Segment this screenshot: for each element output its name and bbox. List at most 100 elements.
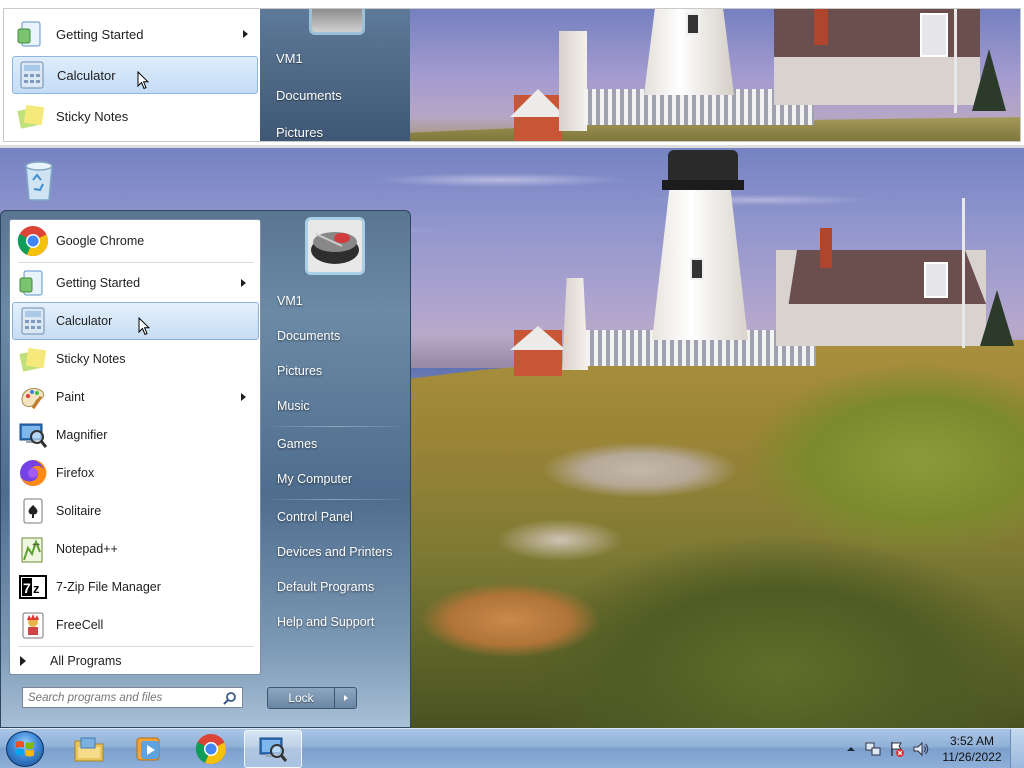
taskbar-media-player[interactable] — [120, 730, 178, 768]
start-button[interactable] — [6, 731, 44, 767]
network-icon[interactable] — [864, 740, 882, 758]
program-7zip[interactable]: 7z 7-Zip File Manager — [12, 568, 259, 606]
wallpaper-lighthouse-window — [690, 258, 704, 280]
magnifier-right-item: VM1 — [276, 51, 303, 66]
program-label: Getting Started — [56, 276, 141, 290]
svg-text:7: 7 — [23, 580, 31, 596]
magnifier-item-label: Sticky Notes — [56, 108, 129, 124]
start-link-music[interactable]: Music — [269, 391, 403, 421]
magnifier-item-calculator: Calculator — [12, 56, 258, 94]
taskbar-explorer[interactable] — [60, 730, 118, 768]
magnifier-user-avatar — [309, 9, 365, 35]
program-solitaire[interactable]: Solitaire — [12, 492, 259, 530]
getting-started-icon — [19, 270, 43, 296]
shutdown-control: Lock — [267, 687, 357, 709]
start-link-computer[interactable]: My Computer — [269, 464, 403, 494]
clock-time: 3:52 AM — [949, 734, 995, 748]
calculator-icon — [20, 61, 44, 89]
magnifier-icon — [259, 737, 288, 762]
start-link-pictures[interactable]: Pictures — [269, 356, 403, 386]
right-separator — [269, 426, 401, 427]
start-link-default-programs[interactable]: Default Programs — [269, 572, 403, 602]
7zip-icon: 7z — [19, 575, 47, 599]
shutdown-options-button[interactable] — [335, 687, 357, 709]
program-label: Solitaire — [56, 504, 102, 518]
all-programs-button[interactable]: All Programs — [20, 654, 122, 668]
pinned-separator — [18, 262, 254, 263]
start-programs-pane: Google Chrome Getting Started Calculator… — [9, 219, 261, 675]
program-firefox[interactable]: Firefox — [12, 454, 259, 492]
start-search-input[interactable] — [28, 691, 218, 704]
wallpaper-roof — [788, 250, 986, 304]
start-link-documents[interactable]: Documents — [269, 321, 403, 351]
chevron-right-icon — [343, 695, 348, 701]
show-desktop-button[interactable] — [1010, 729, 1024, 768]
program-calculator[interactable]: Calculator — [12, 302, 259, 340]
magnifier-item-label: Calculator — [57, 67, 116, 83]
explorer-icon — [74, 737, 104, 762]
program-freecell[interactable]: FreeCell — [12, 606, 259, 644]
getting-started-icon — [17, 21, 41, 47]
program-label: FreeCell — [56, 618, 104, 632]
calculator-icon — [21, 307, 45, 335]
mouse-cursor-icon — [138, 317, 150, 336]
program-label: 7-Zip File Manager — [56, 580, 161, 594]
chrome-icon — [195, 734, 226, 764]
start-link-control-panel[interactable]: Control Panel — [269, 502, 403, 532]
paint-icon — [21, 387, 45, 410]
firefox-icon — [20, 459, 47, 486]
program-google-chrome[interactable]: Google Chrome — [12, 222, 259, 260]
wallpaper-lighthouse-rail — [662, 180, 744, 190]
action-center-icon[interactable] — [888, 740, 906, 758]
magnifier-flagpole — [954, 9, 957, 113]
program-getting-started[interactable]: Getting Started — [12, 264, 259, 302]
all-programs-arrow-icon — [20, 656, 26, 666]
magnifier-chimney — [814, 9, 828, 45]
notepadpp-icon: ++ — [21, 537, 43, 563]
taskbar-magnifier[interactable] — [244, 730, 302, 768]
taskbar-chrome[interactable] — [182, 730, 240, 768]
wallpaper-flagpole — [962, 198, 965, 348]
search-icon[interactable] — [223, 691, 237, 705]
program-magnifier[interactable]: Magnifier — [12, 416, 259, 454]
wallpaper-dormer — [924, 262, 948, 298]
sticky-notes-icon — [19, 347, 47, 372]
magnifier-item-getting-started: Getting Started — [12, 15, 258, 53]
magnifier-icon — [19, 423, 48, 448]
program-label: Sticky Notes — [56, 352, 126, 366]
magnifier-lighthouse-window — [686, 13, 700, 35]
program-notepadpp[interactable]: ++ Notepad++ — [12, 530, 259, 568]
recycle-bin-icon[interactable] — [20, 158, 58, 202]
taskbar: 3:52 AM 11/26/2022 — [0, 728, 1024, 768]
start-search-box[interactable] — [22, 687, 243, 708]
wallpaper-chimney — [820, 228, 832, 268]
magnifier-frame: Getting Started Calculator Sticky Notes … — [3, 8, 1021, 142]
start-link-devices[interactable]: Devices and Printers — [269, 537, 403, 567]
program-sticky-notes[interactable]: Sticky Notes — [12, 340, 259, 378]
start-link-help[interactable]: Help and Support — [269, 607, 403, 637]
magnifier-view: Getting Started Calculator Sticky Notes … — [0, 0, 1024, 148]
program-label: Google Chrome — [56, 234, 145, 248]
submenu-arrow-icon — [241, 393, 246, 401]
media-player-icon — [136, 737, 160, 761]
taskbar-clock[interactable]: 3:52 AM 11/26/2022 — [934, 733, 1010, 765]
sticky-notes-icon — [17, 104, 45, 129]
show-hidden-icons-icon[interactable] — [844, 742, 858, 756]
start-link-user[interactable]: VM1 — [269, 286, 403, 316]
svg-text:++: ++ — [32, 542, 40, 549]
magnifier-small-tower — [559, 31, 587, 131]
user-avatar[interactable] — [305, 217, 365, 275]
start-link-games[interactable]: Games — [269, 429, 403, 459]
clock-date: 11/26/2022 — [942, 750, 1002, 764]
program-label: Calculator — [56, 314, 113, 328]
volume-icon[interactable] — [912, 740, 930, 758]
all-programs-label: All Programs — [50, 654, 122, 668]
solitaire-icon — [23, 498, 43, 524]
lock-button[interactable]: Lock — [267, 687, 335, 709]
magnifier-roof — [774, 9, 980, 57]
start-menu: Google Chrome Getting Started Calculator… — [0, 210, 411, 728]
program-label: Notepad++ — [56, 542, 118, 556]
program-paint[interactable]: Paint — [12, 378, 259, 416]
submenu-arrow-icon — [243, 30, 248, 38]
program-label: Magnifier — [56, 428, 108, 442]
